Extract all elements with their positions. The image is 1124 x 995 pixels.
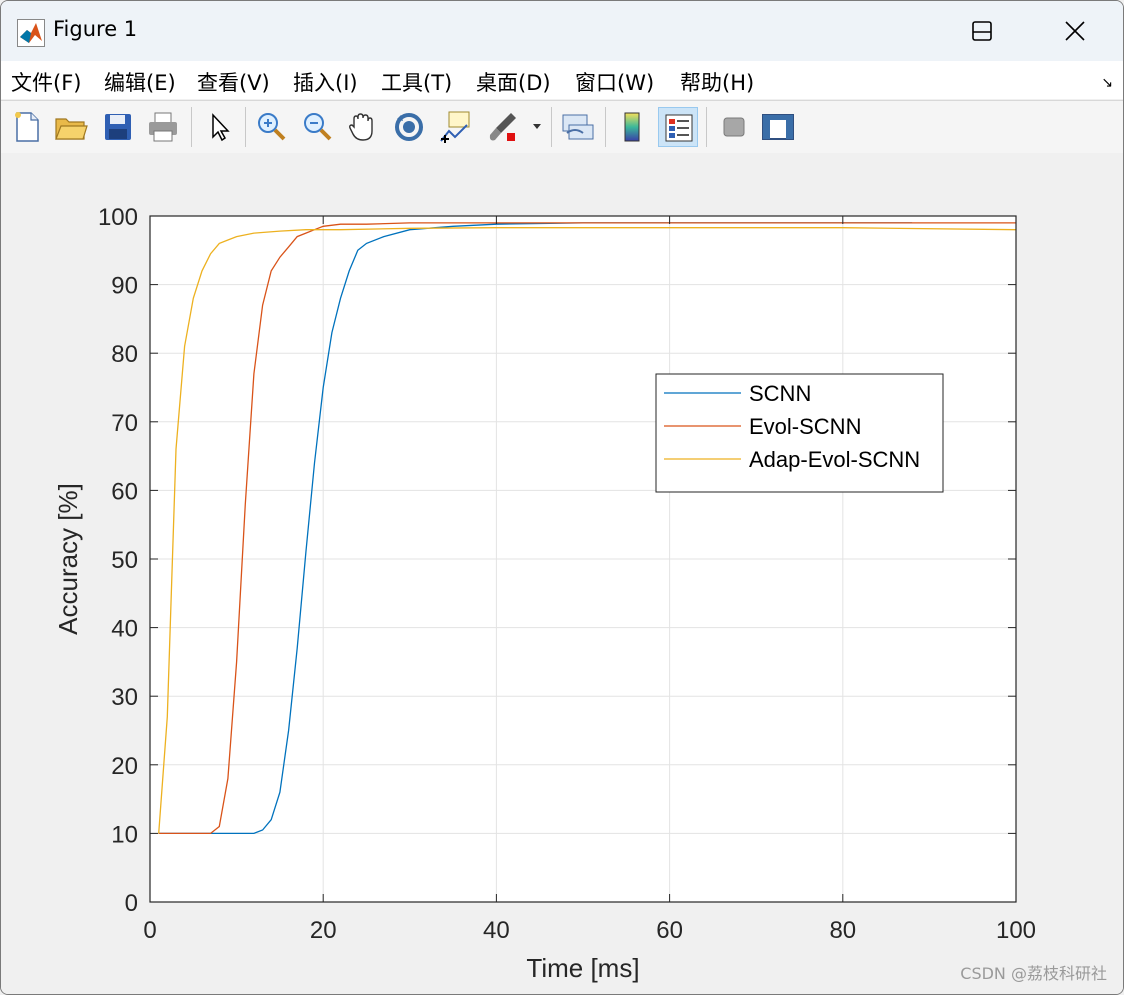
menu-insert[interactable]: 插入(I) [293,67,358,97]
y-tick-label: 40 [111,616,138,643]
toolbar [1,100,1123,154]
y-tick-label: 60 [111,478,138,505]
open-folder-icon[interactable] [51,107,91,147]
pan-hand-icon[interactable] [343,107,383,147]
menu-view[interactable]: 查看(V) [197,67,270,97]
close-icon [1065,21,1085,41]
accuracy-chart[interactable]: 0 20 40 60 80 100 0 10 20 30 40 50 60 70 80 90 100 Time … [1,153,1124,994]
y-tick-label: 90 [111,273,138,300]
menu-desktop[interactable]: 桌面(D) [476,67,551,97]
legend-label: Evol-SCNN [749,414,861,439]
brush-icon[interactable] [483,107,523,147]
data-cursor-icon[interactable] [435,107,475,147]
toolbar-separator [551,107,552,147]
pointer-icon[interactable] [199,107,239,147]
link-plot-icon[interactable] [557,107,597,147]
y-tick-label: 100 [98,204,138,231]
dock-arrow-icon[interactable]: ↘ [1101,75,1113,91]
y-axis-label: Accuracy [%] [53,483,83,635]
toolbar-separator [245,107,246,147]
rotate-3d-icon[interactable] [389,107,429,147]
title-bar: Figure 1 [1,1,1123,61]
show-plot-tools-icon[interactable] [758,107,798,147]
matlab-logo-icon [17,19,45,47]
hide-plot-tools-icon[interactable] [714,107,754,147]
menu-tools[interactable]: 工具(T) [381,67,452,97]
watermark: CSDN @荔枝科研社 [960,964,1107,983]
menu-help[interactable]: 帮助(H) [680,67,754,97]
print-icon[interactable] [143,107,183,147]
x-tick-label: 100 [996,917,1036,944]
menu-edit[interactable]: 编辑(E) [104,67,176,97]
menu-bar: 文件(F) 编辑(E) 查看(V) 插入(I) 工具(T) 桌面(D) 窗口(W… [1,61,1123,99]
x-tick-label: 80 [829,917,856,944]
zoom-in-icon[interactable] [251,107,291,147]
x-tick-label: 20 [310,917,337,944]
y-tick-label: 10 [111,821,138,848]
x-tick-label: 40 [483,917,510,944]
legend-label: SCNN [749,381,811,406]
figure-canvas: 0 20 40 60 80 100 0 10 20 30 40 50 60 70 80 90 100 Time … [1,153,1123,994]
brush-dropdown-icon[interactable] [529,107,545,147]
close-button[interactable] [1029,1,1121,61]
menu-window[interactable]: 窗口(W) [575,67,654,97]
new-file-icon[interactable] [7,107,47,147]
menu-file[interactable]: 文件(F) [11,67,81,97]
toolbar-separator [191,107,192,147]
toolbar-separator [605,107,606,147]
legend-label: Adap-Evol-SCNN [749,447,920,472]
save-icon[interactable] [98,107,138,147]
window-title: Figure 1 [53,17,138,41]
y-tick-label: 70 [111,410,138,437]
x-tick-label: 60 [656,917,683,944]
y-tick-label: 20 [111,753,138,780]
x-tick-label: 0 [143,917,156,944]
y-tick-label: 50 [111,547,138,574]
legend[interactable]: SCNN Evol-SCNN Adap-Evol-SCNN [655,373,944,493]
colorbar-icon[interactable] [612,107,652,147]
maximize-button[interactable] [936,1,1028,61]
toolbar-separator [706,107,707,147]
y-tick-label: 0 [125,890,138,917]
maximize-icon [972,21,992,41]
x-axis-label: Time [ms] [526,953,639,983]
figure-window: Figure 1 文件(F) 编辑(E) 查看(V) 插入(I) 工具(T) 桌… [0,0,1124,995]
legend-icon[interactable] [658,107,698,147]
y-tick-label: 80 [111,341,138,368]
y-tick-label: 30 [111,684,138,711]
zoom-out-icon[interactable] [297,107,337,147]
